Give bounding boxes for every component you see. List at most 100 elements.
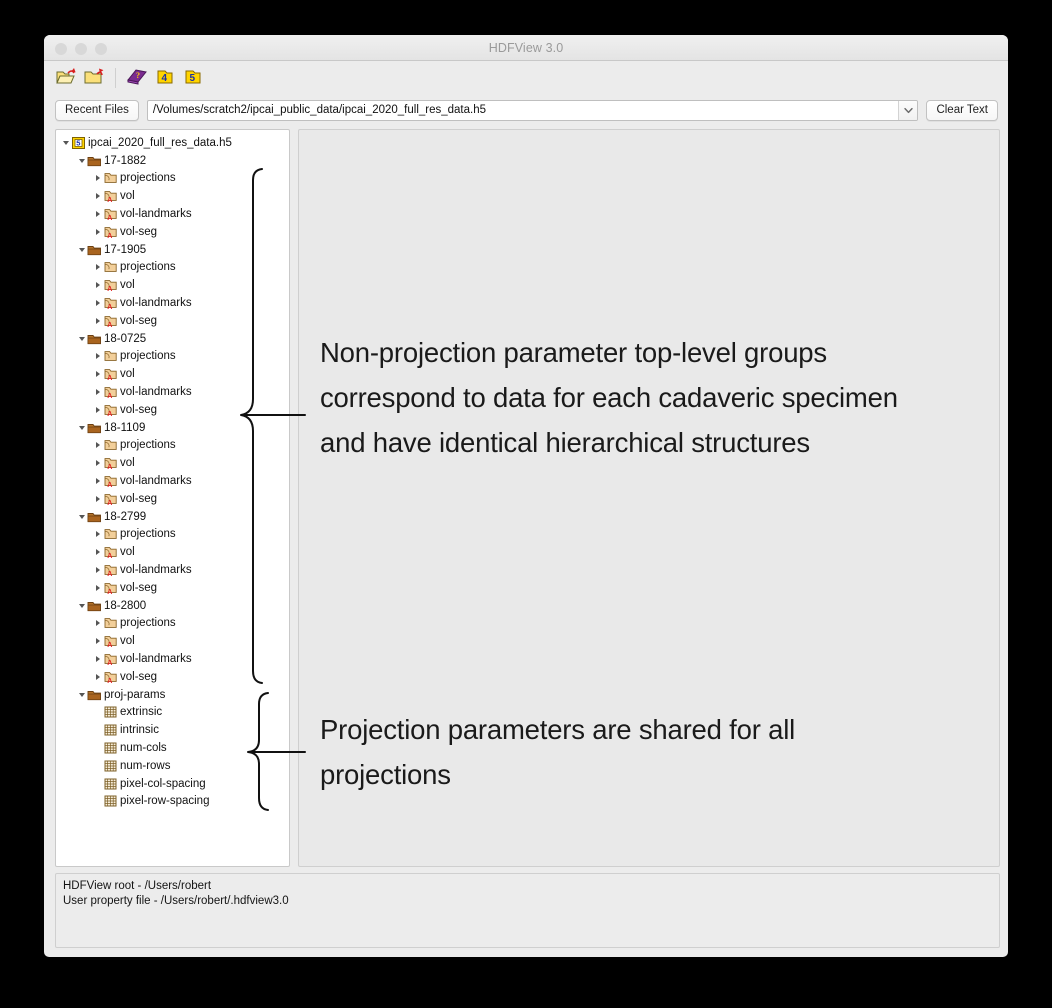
minimize-window-button[interactable] — [75, 43, 87, 55]
chevron-down-icon[interactable] — [76, 597, 87, 614]
tree-item-projections[interactable]: projections — [60, 348, 289, 366]
chevron-right-icon[interactable] — [92, 668, 103, 685]
chevron-down-icon[interactable] — [60, 134, 71, 151]
tree-item-label: vol-seg — [120, 314, 158, 327]
tree-item-vol-seg[interactable]: A vol-seg — [60, 223, 289, 241]
tree-item-vol-seg[interactable]: A vol-seg — [60, 668, 289, 686]
chevron-right-icon[interactable] — [92, 615, 103, 632]
subgroup-icon — [103, 527, 118, 541]
tree-item-projections[interactable]: projections — [60, 615, 289, 633]
tree-item-vol[interactable]: A vol — [60, 454, 289, 472]
chevron-right-icon[interactable] — [92, 259, 103, 276]
tree-item-pixel-row-spacing[interactable]: pixel-row-spacing — [60, 792, 289, 810]
tree-item-label: projections — [120, 261, 176, 274]
tree-item-label: vol — [120, 279, 135, 292]
recent-files-button[interactable]: Recent Files — [55, 99, 139, 121]
tree-item-label: 18-2800 — [104, 599, 147, 612]
maximize-window-button[interactable] — [95, 43, 107, 55]
object-tree-panel[interactable]: 5 ipcai_2020_full_res_data.h5 17-1882 pr… — [55, 129, 290, 867]
chevron-right-icon[interactable] — [92, 348, 103, 365]
help-button[interactable]: ? — [123, 65, 151, 91]
status-line-property-file: User property file - /Users/robert/.hdfv… — [63, 895, 289, 907]
chevron-down-icon[interactable] — [76, 152, 87, 169]
tree-item-vol[interactable]: A vol — [60, 632, 289, 650]
chevron-right-icon[interactable] — [92, 366, 103, 383]
tree-item-17-1882[interactable]: 17-1882 — [60, 152, 289, 170]
tree-item-label: projections — [120, 439, 176, 452]
tree-item-vol-landmarks[interactable]: A vol-landmarks — [60, 561, 289, 579]
svg-text:A: A — [107, 482, 112, 488]
tree-item-vol-landmarks[interactable]: A vol-landmarks — [60, 205, 289, 223]
tree-item-vol[interactable]: A vol — [60, 365, 289, 383]
tree-item-vol[interactable]: A vol — [60, 276, 289, 294]
tree-item-18-0725[interactable]: 18-0725 — [60, 330, 289, 348]
tree-item-vol[interactable]: A vol — [60, 187, 289, 205]
tree-item-vol-seg[interactable]: A vol-seg — [60, 401, 289, 419]
tree-item-num-rows[interactable]: num-rows — [60, 757, 289, 775]
chevron-right-icon[interactable] — [92, 295, 103, 312]
chevron-down-icon[interactable] — [76, 686, 87, 703]
tree-item-18-1109[interactable]: 18-1109 — [60, 419, 289, 437]
chevron-right-icon[interactable] — [92, 401, 103, 418]
chevron-right-icon[interactable] — [92, 223, 103, 240]
tree-item-label: vol-landmarks — [120, 386, 192, 399]
close-window-button[interactable] — [55, 43, 67, 55]
tree-item-vol[interactable]: A vol — [60, 543, 289, 561]
file-path-combobox[interactable]: /Volumes/scratch2/ipcai_public_data/ipca… — [146, 99, 919, 121]
tree-item-18-2799[interactable]: 18-2799 — [60, 508, 289, 526]
chevron-right-icon[interactable] — [92, 562, 103, 579]
clear-text-button[interactable]: Clear Text — [926, 99, 998, 121]
tree-item-projections[interactable]: projections — [60, 526, 289, 544]
attr-group-icon: A — [103, 456, 118, 470]
tree-item-label: pixel-row-spacing — [120, 795, 210, 808]
tree-item-vol-seg[interactable]: A vol-seg — [60, 579, 289, 597]
tree-item-projections[interactable]: projections — [60, 170, 289, 188]
chevron-right-icon[interactable] — [92, 544, 103, 561]
attr-group-icon: A — [103, 652, 118, 666]
tree-item-18-2800[interactable]: 18-2800 — [60, 597, 289, 615]
tree-item-extrinsic[interactable]: extrinsic — [60, 704, 289, 722]
tree-item-pixel-col-spacing[interactable]: pixel-col-spacing — [60, 775, 289, 793]
tree-item-vol-seg[interactable]: A vol-seg — [60, 312, 289, 330]
tree-item-num-cols[interactable]: num-cols — [60, 739, 289, 757]
chevron-right-icon[interactable] — [92, 437, 103, 454]
chevron-right-icon[interactable] — [92, 490, 103, 507]
tree-item-ipcai-2020-full-res-data-h5[interactable]: 5 ipcai_2020_full_res_data.h5 — [60, 134, 289, 152]
tree-item-vol-landmarks[interactable]: A vol-landmarks — [60, 383, 289, 401]
tree-item-projections[interactable]: projections — [60, 259, 289, 277]
hdf4-version-button[interactable]: 4 — [151, 65, 179, 91]
chevron-right-icon[interactable] — [92, 188, 103, 205]
svg-text:A: A — [107, 304, 112, 310]
attr-group-icon: A — [103, 367, 118, 381]
chevron-right-icon[interactable] — [92, 384, 103, 401]
open-file-button[interactable] — [52, 65, 80, 91]
tree-item-vol-landmarks[interactable]: A vol-landmarks — [60, 472, 289, 490]
chevron-right-icon[interactable] — [92, 473, 103, 490]
tree-item-vol-seg[interactable]: A vol-seg — [60, 490, 289, 508]
hdf5-version-button[interactable]: 5 — [179, 65, 207, 91]
chevron-right-icon[interactable] — [92, 206, 103, 223]
chevron-right-icon[interactable] — [92, 651, 103, 668]
chevron-down-icon[interactable] — [898, 100, 918, 120]
chevron-right-icon[interactable] — [92, 579, 103, 596]
chevron-right-icon[interactable] — [92, 277, 103, 294]
tree-item-intrinsic[interactable]: intrinsic — [60, 721, 289, 739]
tree-item-vol-landmarks[interactable]: A vol-landmarks — [60, 294, 289, 312]
tree-item-projections[interactable]: projections — [60, 437, 289, 455]
tree-item-label: intrinsic — [120, 724, 159, 737]
chevron-right-icon[interactable] — [92, 312, 103, 329]
chevron-down-icon[interactable] — [76, 330, 87, 347]
group-icon — [87, 688, 102, 702]
tree-item-vol-landmarks[interactable]: A vol-landmarks — [60, 650, 289, 668]
hdfview-window: HDFView 3.0 ? 4 5 Recent Files /Volumes/… — [44, 35, 1008, 957]
chevron-right-icon[interactable] — [92, 170, 103, 187]
chevron-down-icon[interactable] — [76, 241, 87, 258]
chevron-right-icon[interactable] — [92, 455, 103, 472]
chevron-down-icon[interactable] — [76, 419, 87, 436]
tree-item-17-1905[interactable]: 17-1905 — [60, 241, 289, 259]
close-file-button[interactable] — [80, 65, 108, 91]
chevron-down-icon[interactable] — [76, 508, 87, 525]
tree-item-proj-params[interactable]: proj-params — [60, 686, 289, 704]
chevron-right-icon[interactable] — [92, 526, 103, 543]
chevron-right-icon[interactable] — [92, 633, 103, 650]
